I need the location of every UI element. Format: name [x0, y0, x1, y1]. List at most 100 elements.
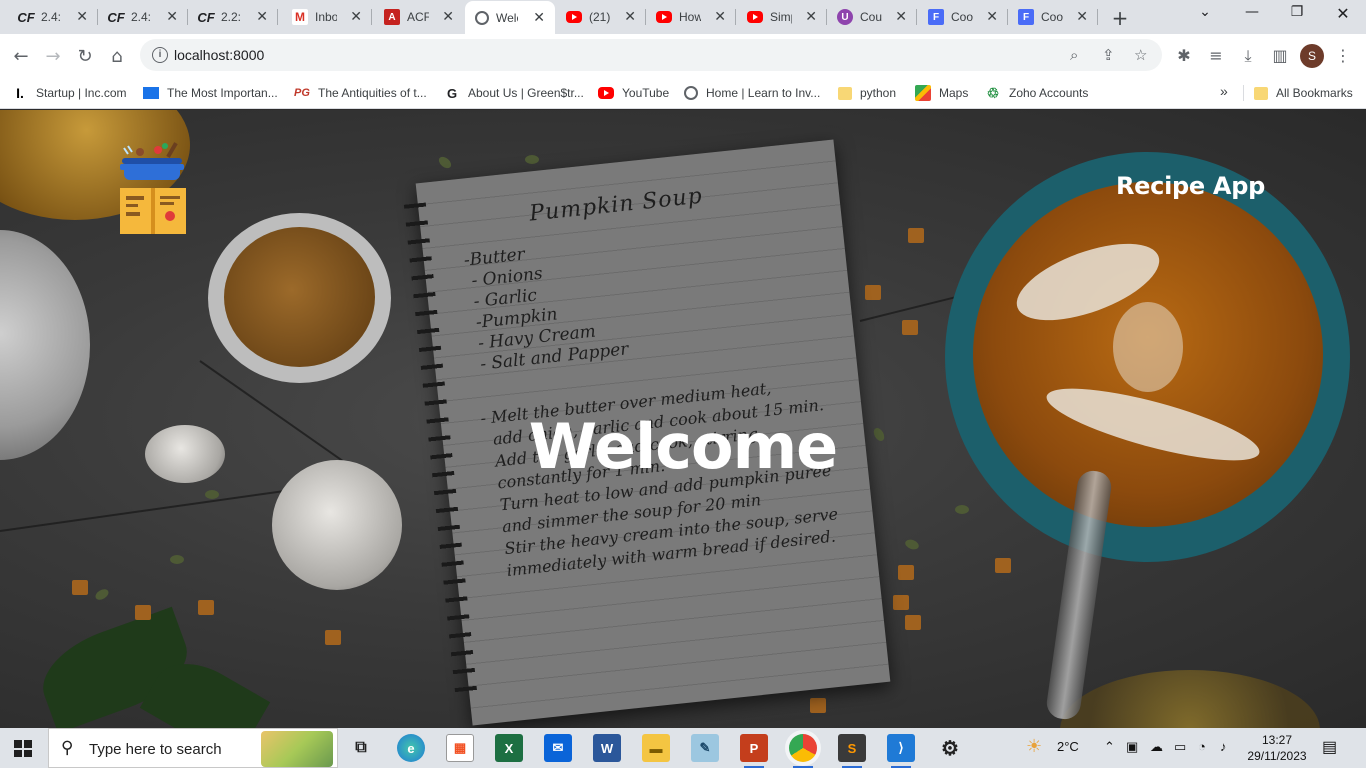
bookmark-zoho[interactable]: ♲ Zoho Accounts — [985, 83, 1089, 103]
tab-title: Simp — [770, 10, 792, 24]
close-icon[interactable]: ✕ — [714, 9, 726, 25]
oil-bowl-image — [1060, 670, 1320, 728]
close-icon[interactable]: ✕ — [986, 9, 998, 25]
youtube-icon — [656, 11, 672, 23]
chrome-icon[interactable] — [789, 734, 817, 768]
bookmark-star-icon[interactable]: ☆ — [1134, 46, 1147, 64]
bookmark-antiquities[interactable]: PG The Antiquities of t... — [294, 83, 427, 103]
tab-title: Coo — [951, 10, 973, 24]
close-icon[interactable]: ✕ — [895, 9, 907, 25]
bookmark-about-us[interactable]: G About Us | Green$tr... — [444, 83, 584, 103]
onedrive-icon[interactable]: ☁ — [1150, 739, 1163, 755]
all-bookmarks-folder[interactable]: All Bookmarks — [1254, 83, 1353, 103]
extensions-icon[interactable]: ✱ — [1173, 46, 1195, 65]
settings-icon[interactable]: ⚙ — [936, 734, 964, 762]
reload-button[interactable]: ↻ — [72, 43, 98, 69]
file-explorer-icon[interactable]: ▬ — [642, 734, 670, 762]
new-tab-button[interactable]: + — [1108, 6, 1132, 30]
tab-youtube-1[interactable]: (21) ✕ — [556, 0, 646, 34]
tab-codeforces-2[interactable]: CF 2.4: ✕ — [98, 0, 188, 34]
powerpoint-icon[interactable]: P — [740, 734, 768, 768]
back-button[interactable]: ← — [8, 43, 34, 69]
store-icon[interactable]: ▦ — [446, 734, 474, 762]
tab-forms-2[interactable]: F Coo ✕ — [1008, 0, 1098, 34]
battery-icon[interactable]: ▭ — [1174, 739, 1186, 755]
tab-youtube-2[interactable]: How ✕ — [646, 0, 736, 34]
clock-date: 29/11/2023 — [1247, 749, 1307, 763]
bookmarks-overflow-chevron-icon[interactable]: » — [1220, 83, 1228, 99]
app-title[interactable]: Recipe App — [1116, 172, 1265, 200]
close-window-button[interactable]: ✕ — [1323, 4, 1363, 23]
home-button[interactable]: ⌂ — [104, 43, 130, 69]
download-icon[interactable]: ⤓ — [1237, 46, 1259, 66]
meet-now-icon[interactable]: ▣ — [1126, 739, 1138, 755]
zoho-icon: ♲ — [986, 84, 1000, 101]
volume-icon[interactable]: ♪ — [1220, 739, 1227, 754]
search-icon: ⚲ — [61, 738, 74, 758]
weather-temperature[interactable]: 2°C — [1057, 739, 1079, 754]
tab-pdf[interactable]: A ACF ✕ — [374, 0, 464, 34]
excel-icon[interactable]: X — [495, 734, 523, 762]
tab-youtube-3[interactable]: Simp ✕ — [737, 0, 827, 34]
recipe-book-logo-icon[interactable] — [118, 140, 188, 236]
search-highlight-image — [261, 731, 333, 767]
tab-codeforces-3[interactable]: CF 2.2: ✕ — [188, 0, 278, 34]
bookmark-learn-to-invest[interactable]: Home | Learn to Inv... — [684, 83, 820, 103]
close-icon[interactable]: ✕ — [442, 9, 454, 25]
forward-button[interactable]: → — [40, 43, 66, 69]
wifi-icon[interactable]: ◔ — [1198, 739, 1206, 754]
bookmark-inc[interactable]: I. Startup | Inc.com — [12, 83, 126, 103]
clock-time: 13:27 — [1261, 733, 1293, 747]
close-icon[interactable]: ✕ — [533, 10, 545, 26]
tab-welcome[interactable]: Welc ✕ — [465, 1, 555, 34]
notifications-icon[interactable]: ▤ — [1322, 737, 1337, 757]
vscode-icon[interactable]: ⟩ — [887, 734, 915, 768]
tab-gmail[interactable]: M Inbo ✕ — [282, 0, 372, 34]
tab-title: Cou — [860, 10, 882, 24]
side-panel-icon[interactable]: ▥ — [1269, 46, 1291, 65]
tray-chevron-up-icon[interactable]: ⌃ — [1104, 739, 1115, 755]
close-icon[interactable]: ✕ — [76, 9, 88, 25]
forms-icon: F — [928, 9, 944, 25]
site-info-icon[interactable]: i — [152, 47, 168, 63]
close-icon[interactable]: ✕ — [256, 9, 268, 25]
address-bar[interactable]: i localhost:8000 ⌕ ⇪ ☆ — [140, 39, 1162, 71]
windows-start-icon[interactable] — [14, 740, 32, 757]
word-icon[interactable]: W — [593, 734, 621, 762]
bookmark-most-important[interactable]: The Most Importan... — [143, 83, 278, 103]
forms-icon: F — [1018, 9, 1034, 25]
bookmark-maps[interactable]: Maps — [915, 83, 968, 103]
share-icon[interactable]: ⇪ — [1102, 46, 1115, 64]
tab-search-chevron-icon[interactable]: ⌄ — [1185, 4, 1225, 20]
codeforces-icon: CF — [107, 9, 125, 25]
close-icon[interactable]: ✕ — [805, 9, 817, 25]
notes-icon[interactable]: ✎ — [691, 734, 719, 762]
taskbar-clock[interactable]: 13:27 29/11/2023 — [1246, 732, 1308, 764]
weather-icon[interactable]: ☀ — [1026, 736, 1042, 757]
restore-button[interactable]: ❐ — [1277, 4, 1317, 20]
inc-icon: I. — [16, 85, 24, 101]
close-icon[interactable]: ✕ — [166, 9, 178, 25]
hero-title: Welcome — [528, 410, 838, 483]
edge-icon[interactable]: e — [397, 734, 425, 762]
menu-kebab-icon[interactable]: ⋮ — [1332, 46, 1354, 65]
tab-forms-1[interactable]: F Coo ✕ — [918, 0, 1008, 34]
close-icon[interactable]: ✕ — [1076, 9, 1088, 25]
bookmark-youtube[interactable]: YouTube — [598, 83, 669, 103]
zoom-icon[interactable]: ⌕ — [1070, 46, 1078, 64]
close-icon[interactable]: ✕ — [350, 9, 362, 25]
bookmark-python-folder[interactable]: python — [838, 83, 896, 103]
media-controls-icon[interactable]: ≡ — [1205, 46, 1227, 65]
mail-icon[interactable]: ✉ — [544, 734, 572, 762]
minimize-button[interactable]: — — [1232, 4, 1272, 20]
task-view-icon[interactable]: ⧉ — [347, 734, 375, 762]
profile-avatar[interactable]: S — [1300, 44, 1324, 68]
soup-bowl-image — [945, 152, 1350, 562]
tab-title: Inbo — [315, 10, 337, 24]
sublime-icon[interactable]: S — [838, 734, 866, 768]
tab-codeforces-1[interactable]: CF 2.4: ✕ — [8, 0, 98, 34]
tab-udemy[interactable]: U Cou ✕ — [827, 0, 917, 34]
taskbar-search-box[interactable]: ⚲ Type here to search — [48, 728, 338, 768]
close-icon[interactable]: ✕ — [624, 9, 636, 25]
url-text[interactable]: localhost:8000 — [174, 47, 264, 63]
